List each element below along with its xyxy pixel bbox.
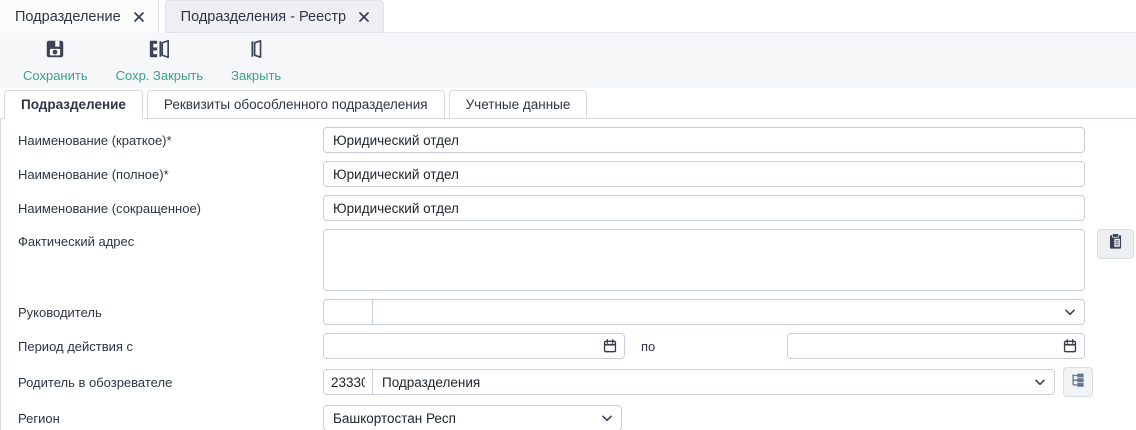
period-to-label: по <box>641 339 655 354</box>
period-controls: по <box>323 333 1085 359</box>
name-full-input[interactable] <box>323 161 1085 187</box>
floppy-icon <box>44 38 66 65</box>
window-tab-label: Подразделение <box>15 9 121 25</box>
close-button-label: Закрыть <box>231 68 281 83</box>
tab-rekvizity[interactable]: Реквизиты обособленного подразделения <box>147 90 445 119</box>
parent-label: Родитель в обозревателе <box>18 374 323 390</box>
close-icon[interactable] <box>133 11 145 23</box>
name-abbr-label: Наименование (сокращенное) <box>18 200 323 216</box>
parent-tree-button[interactable] <box>1063 367 1093 397</box>
period-from-label: Период действия с <box>18 338 323 354</box>
address-label: Фактический адрес <box>18 229 323 249</box>
period-to-input[interactable] <box>788 335 1056 357</box>
tabbar-filler <box>384 0 1136 33</box>
save-close-button-label: Сохр. Закрыть <box>116 68 204 83</box>
form-row: Период действия с по <box>18 333 1136 359</box>
window-tab-podrazdelenie[interactable]: Подразделение <box>0 0 159 33</box>
name-abbr-input[interactable] <box>323 195 1085 221</box>
form-row: Родитель в обозревателе Подразделения <box>18 367 1136 397</box>
door-icon <box>246 38 266 65</box>
address-textarea[interactable] <box>323 229 1085 291</box>
window-tab-reestr[interactable]: Подразделения - Реестр <box>165 0 384 33</box>
save-close-icon <box>147 38 171 65</box>
period-from-datebox[interactable] <box>323 333 625 359</box>
manager-combo[interactable] <box>323 299 1085 325</box>
toolbar: Сохранить Сохр. Закрыть Закрыть <box>0 33 1136 88</box>
form-row: Руководитель <box>18 299 1136 325</box>
name-short-input[interactable] <box>323 127 1085 153</box>
form-tabs: Подразделение Реквизиты обособленного по… <box>0 88 1136 118</box>
parent-code-input[interactable] <box>324 370 373 394</box>
form-panel: Наименование (краткое)* Наименование (по… <box>0 118 1136 430</box>
region-label: Регион <box>18 410 323 426</box>
form-row: Наименование (сокращенное) <box>18 195 1136 221</box>
chevron-down-icon[interactable] <box>1026 375 1054 389</box>
parent-value: Подразделения <box>373 375 1026 390</box>
clipboard-icon <box>1106 232 1125 256</box>
name-full-label: Наименование (полное)* <box>18 166 323 182</box>
period-from-input[interactable] <box>324 335 596 357</box>
save-close-button[interactable]: Сохр. Закрыть <box>103 35 217 86</box>
save-button-label: Сохранить <box>23 68 88 83</box>
window-tab-label: Подразделения - Реестр <box>181 9 346 25</box>
period-to-datebox[interactable] <box>787 333 1085 359</box>
manager-label: Руководитель <box>18 304 323 320</box>
region-select[interactable]: Башкортостан Респ <box>323 405 622 430</box>
hierarchy-tree-icon <box>1069 371 1087 394</box>
save-button[interactable]: Сохранить <box>10 35 101 86</box>
window-tabbar: Подразделение Подразделения - Реестр <box>0 0 1136 33</box>
region-value: Башкортостан Респ <box>324 411 593 426</box>
tab-podrazdelenie[interactable]: Подразделение <box>4 90 143 119</box>
chevron-down-icon[interactable] <box>593 411 621 425</box>
parent-combo[interactable]: Подразделения <box>323 369 1055 395</box>
tab-uchetnye-dannye[interactable]: Учетные данные <box>449 90 588 119</box>
close-icon[interactable] <box>358 11 370 23</box>
form-row: Фактический адрес <box>18 229 1136 291</box>
calendar-icon[interactable] <box>1056 338 1084 354</box>
form-row: Наименование (полное)* <box>18 161 1136 187</box>
calendar-icon[interactable] <box>596 338 624 354</box>
manager-code-input[interactable] <box>324 300 373 324</box>
close-button[interactable]: Закрыть <box>218 35 294 86</box>
address-clipboard-button[interactable] <box>1097 229 1134 259</box>
chevron-down-icon[interactable] <box>1056 305 1084 319</box>
form-row: Наименование (краткое)* <box>18 127 1136 153</box>
name-short-label: Наименование (краткое)* <box>18 132 323 148</box>
form-row: Регион Башкортостан Респ <box>18 405 1136 430</box>
